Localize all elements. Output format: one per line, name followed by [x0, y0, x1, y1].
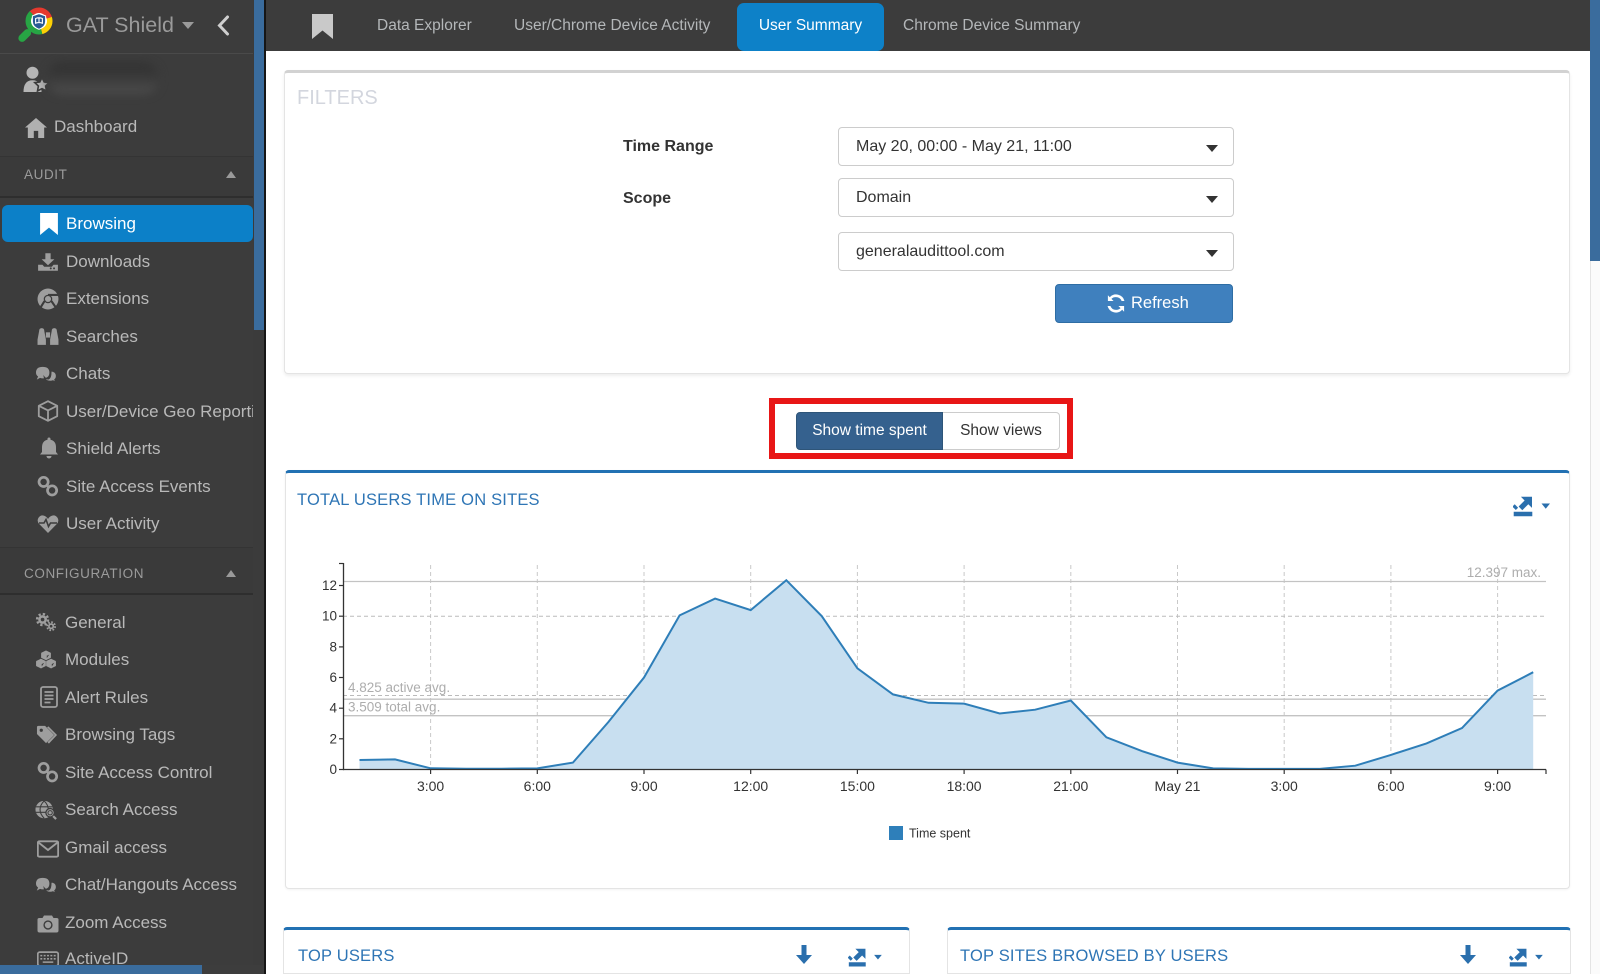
- svg-text:6: 6: [329, 670, 337, 685]
- svg-text:0: 0: [329, 762, 337, 777]
- svg-text:12: 12: [322, 578, 337, 593]
- svg-text:21:00: 21:00: [1053, 778, 1088, 794]
- svg-text:10: 10: [322, 609, 337, 624]
- svg-text:9:00: 9:00: [630, 778, 657, 794]
- svg-text:3.509 total avg.: 3.509 total avg.: [348, 700, 440, 715]
- svg-text:18:00: 18:00: [947, 778, 982, 794]
- svg-text:3:00: 3:00: [1271, 778, 1298, 794]
- svg-text:12.397 max.: 12.397 max.: [1467, 565, 1541, 580]
- svg-text:9:00: 9:00: [1484, 778, 1511, 794]
- svg-text:8: 8: [329, 639, 337, 654]
- svg-text:15:00: 15:00: [840, 778, 875, 794]
- svg-text:3:00: 3:00: [417, 778, 444, 794]
- svg-text:6:00: 6:00: [1377, 778, 1404, 794]
- svg-text:4: 4: [329, 701, 337, 716]
- svg-text:May 21: May 21: [1155, 778, 1201, 794]
- svg-text:6:00: 6:00: [524, 778, 551, 794]
- svg-text:Time spent: Time spent: [909, 827, 971, 841]
- svg-text:12:00: 12:00: [733, 778, 768, 794]
- svg-text:2: 2: [329, 731, 337, 746]
- svg-text:4.825 active avg.: 4.825 active avg.: [348, 680, 450, 695]
